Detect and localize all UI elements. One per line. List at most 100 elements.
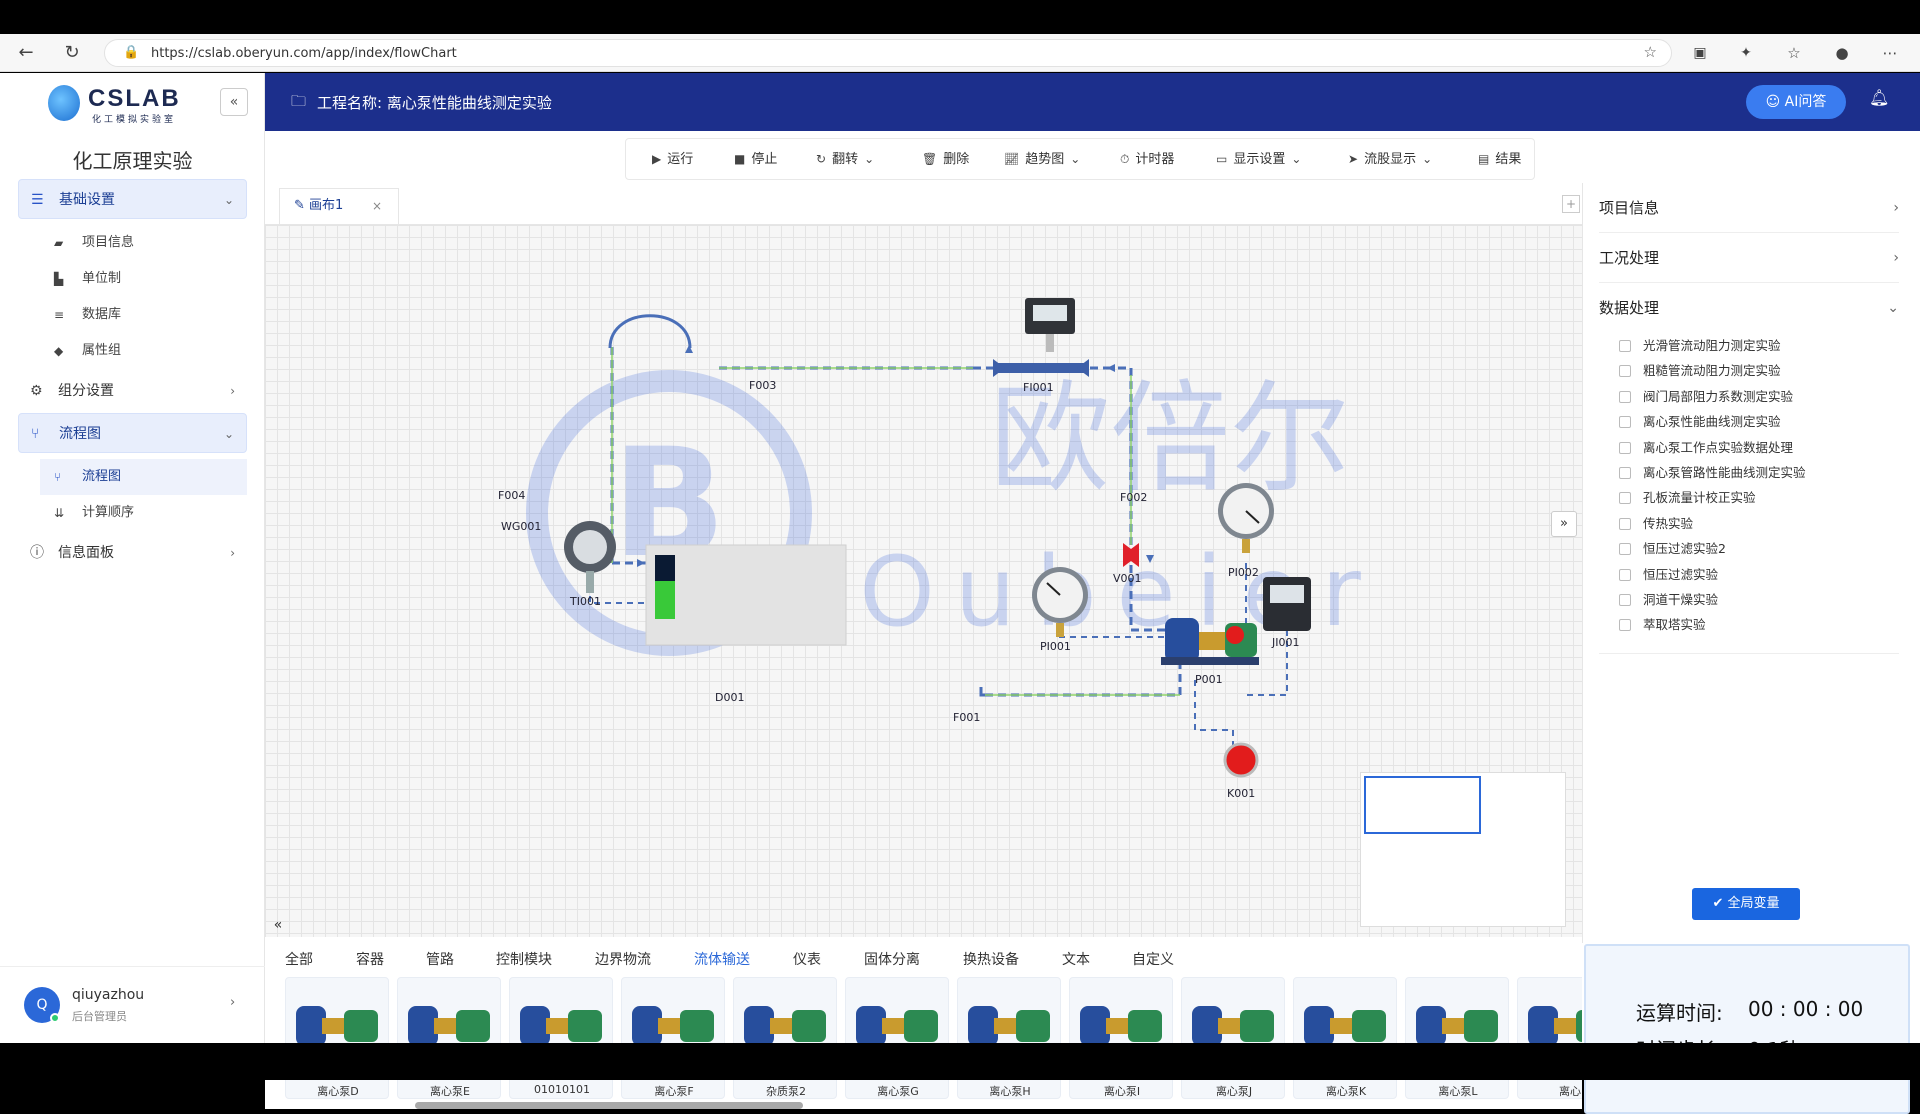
chevron-right-icon: › (230, 384, 235, 398)
canvas-tab[interactable]: ✎ 画布1 × (279, 188, 399, 224)
timer-button[interactable]: ⏱︎ 计时器 (1120, 139, 1174, 179)
collapse-palette-button[interactable]: « (267, 914, 289, 936)
sub-label: 数据库 (82, 307, 122, 322)
experiment-item[interactable]: 粗糙管流动阻力测定实验 (1619, 358, 1899, 383)
scrollbar-thumb[interactable] (415, 1102, 803, 1109)
checkbox[interactable] (1619, 416, 1631, 429)
checkbox[interactable] (1619, 466, 1631, 479)
palette-item[interactable]: 离心泵D (285, 977, 389, 1099)
checkbox[interactable] (1619, 593, 1631, 606)
palette-tab[interactable]: 控制模块 (496, 943, 552, 977)
experiment-item[interactable]: 恒压过滤实验2 (1619, 536, 1899, 561)
stream-display-button[interactable]: ➤ 流股显示 ⌄ (1348, 139, 1438, 179)
reload-icon[interactable]: ↻ (62, 43, 82, 63)
ai-qa-button[interactable]: ☺ AI问答 (1746, 85, 1846, 119)
experiment-item[interactable]: 萃取塔实验 (1619, 612, 1899, 637)
palette-item[interactable]: 杂质泵2 (733, 977, 837, 1099)
palette-item[interactable]: 离心泵L (1405, 977, 1509, 1099)
checkbox[interactable] (1619, 568, 1631, 581)
menu-component-settings[interactable]: ⚙ 组分设置 › (18, 371, 247, 411)
palette-item[interactable]: 离心泵I (1069, 977, 1173, 1099)
palette-tab[interactable]: 自定义 (1132, 943, 1174, 977)
palette-tab[interactable]: 容器 (356, 943, 384, 977)
palette-item[interactable]: 离心泵G (845, 977, 949, 1099)
add-canvas-button[interactable]: + (1562, 195, 1580, 213)
sidebar-item-calc-order[interactable]: ⇊ 计算顺序 (40, 495, 247, 531)
flip-button[interactable]: ↻ 翻转 ⌄ (816, 139, 880, 179)
checkbox[interactable] (1619, 390, 1631, 403)
favorites-icon[interactable]: ☆ (1784, 43, 1804, 63)
experiment-item[interactable]: 离心泵工作点实验数据处理 (1619, 435, 1899, 460)
palette-item[interactable]: 离心泵H (957, 977, 1061, 1099)
palette-item[interactable]: 离心泵F (621, 977, 725, 1099)
palette-item[interactable]: 离心 (1517, 977, 1582, 1099)
checkbox[interactable] (1619, 543, 1631, 556)
section-data-processing[interactable]: 数据处理 ⌄ (1599, 283, 1899, 333)
palette-tab[interactable]: 换热设备 (963, 943, 1019, 977)
palette-scrollbar[interactable] (275, 1101, 1570, 1109)
menu-basic-settings[interactable]: ☰ 基础设置 ⌄ (18, 179, 247, 219)
back-icon[interactable]: ← (16, 43, 36, 63)
sidebar-item-flowchart[interactable]: ⑂ 流程图 (40, 459, 247, 495)
experiment-item[interactable]: 传热实验 (1619, 511, 1899, 536)
checkbox[interactable] (1619, 365, 1631, 378)
palette-tab[interactable]: 管路 (426, 943, 454, 977)
checkbox[interactable] (1619, 492, 1631, 505)
sidebar-item-project-info[interactable]: ▰ 项目信息 (40, 225, 247, 261)
checkbox[interactable] (1619, 619, 1631, 632)
experiment-item[interactable]: 离心泵管路性能曲线测定实验 (1619, 460, 1899, 485)
profile-icon[interactable]: ● (1832, 43, 1852, 63)
experiment-item[interactable]: 恒压过滤实验 (1619, 562, 1899, 587)
extension-icon[interactable]: ▣ (1690, 43, 1710, 63)
checkbox[interactable] (1619, 441, 1631, 454)
sidebar-item-units[interactable]: ▙ 单位制 (40, 261, 247, 297)
menu-flowchart[interactable]: ⑂ 流程图 ⌄ (18, 413, 247, 453)
palette-tab[interactable]: 边界物流 (595, 943, 651, 977)
minimap[interactable] (1360, 772, 1566, 927)
trend-button[interactable]: 📈︎ 趋势图 ⌄ (1004, 139, 1086, 179)
experiment-label: 传热实验 (1643, 515, 1694, 531)
lock-icon: 🔒 (123, 45, 140, 60)
palette-tab[interactable]: 全部 (285, 943, 313, 977)
chevron-down-icon: ⌄ (1422, 152, 1433, 166)
results-button[interactable]: ▤ 结果 (1478, 139, 1521, 179)
sidebar-item-database[interactable]: ≡ 数据库 (40, 297, 247, 333)
more-icon[interactable]: ⋯ (1880, 43, 1900, 63)
experiment-item[interactable]: 光滑管流动阻力测定实验 (1619, 333, 1899, 358)
experiment-item[interactable]: 洞道干燥实验 (1619, 587, 1899, 612)
user-card[interactable]: Q qiuyazhou 后台管理员 › (0, 966, 265, 1043)
section-conditions[interactable]: 工况处理 › (1599, 233, 1899, 283)
close-icon[interactable]: × (372, 189, 382, 223)
palette-tab[interactable]: 文本 (1062, 943, 1090, 977)
delete-button[interactable]: 🗑︎ 删除 (922, 139, 969, 179)
sidebar-item-property-group[interactable]: ◆ 属性组 (40, 333, 247, 369)
palette-item[interactable]: 离心泵E (397, 977, 501, 1099)
checkbox[interactable] (1619, 517, 1631, 530)
palette-item[interactable]: 离心泵K (1293, 977, 1397, 1099)
experiment-item[interactable]: 离心泵性能曲线测定实验 (1619, 409, 1899, 434)
display-settings-button[interactable]: ▭ 显示设置 ⌄ (1216, 139, 1307, 179)
bell-icon[interactable]: 🔔︎ (1869, 88, 1889, 107)
play-icon: ▶ (652, 152, 662, 166)
collapse-sidebar-button[interactable]: « (220, 88, 248, 116)
experiment-item[interactable]: 孔板流量计校正实验 (1619, 485, 1899, 510)
minimap-viewport[interactable] (1364, 776, 1481, 834)
experiment-item[interactable]: 阀门局部阻力系数测定实验 (1619, 384, 1899, 409)
run-button[interactable]: ▶ 运行 (652, 139, 693, 179)
puzzle-icon[interactable]: ✦ (1736, 43, 1756, 63)
palette-tab[interactable]: 固体分离 (864, 943, 920, 977)
star-icon[interactable]: ☆ (1644, 43, 1657, 61)
flowchart-canvas[interactable]: B 欧倍尔 Oubeier WG001 FI001 TI001 D001 PI0… (265, 225, 1582, 937)
palette-tab-active[interactable]: 流体输送 (694, 943, 750, 977)
menu-info-panel[interactable]: ⓘ 信息面板 › (18, 533, 247, 573)
sitemap-icon: ⑂ (54, 470, 62, 484)
expand-panel-button[interactable]: » (1551, 511, 1577, 537)
palette-tab[interactable]: 仪表 (793, 943, 821, 977)
palette-item[interactable]: 01010101 (509, 977, 613, 1099)
stop-button[interactable]: ■ 停止 (734, 139, 777, 179)
checkbox[interactable] (1619, 340, 1631, 352)
address-bar[interactable]: 🔒 https://cslab.oberyun.com/app/index/fl… (104, 39, 1672, 67)
global-variables-button[interactable]: ✔ 全局变量 (1692, 888, 1800, 920)
palette-item[interactable]: 离心泵J (1181, 977, 1285, 1099)
section-project-info[interactable]: 项目信息 › (1599, 183, 1899, 233)
